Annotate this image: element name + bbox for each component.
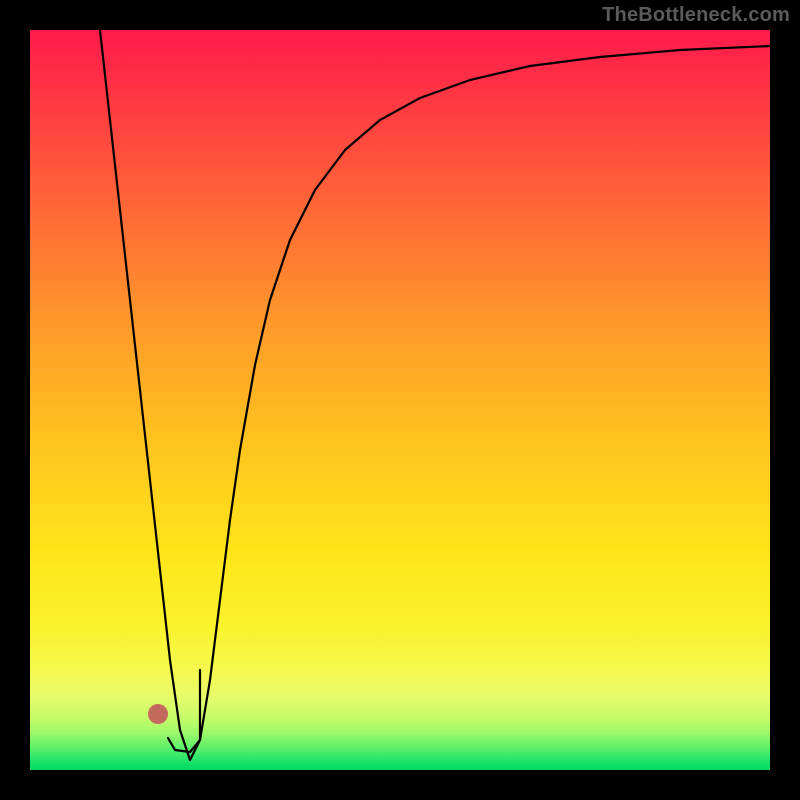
bottleneck-curve xyxy=(100,30,770,760)
j-dot xyxy=(148,704,168,724)
plot-area xyxy=(30,30,770,770)
chart-frame: TheBottleneck.com xyxy=(0,0,800,800)
chart-svg xyxy=(30,30,770,770)
watermark-text: TheBottleneck.com xyxy=(602,4,790,27)
